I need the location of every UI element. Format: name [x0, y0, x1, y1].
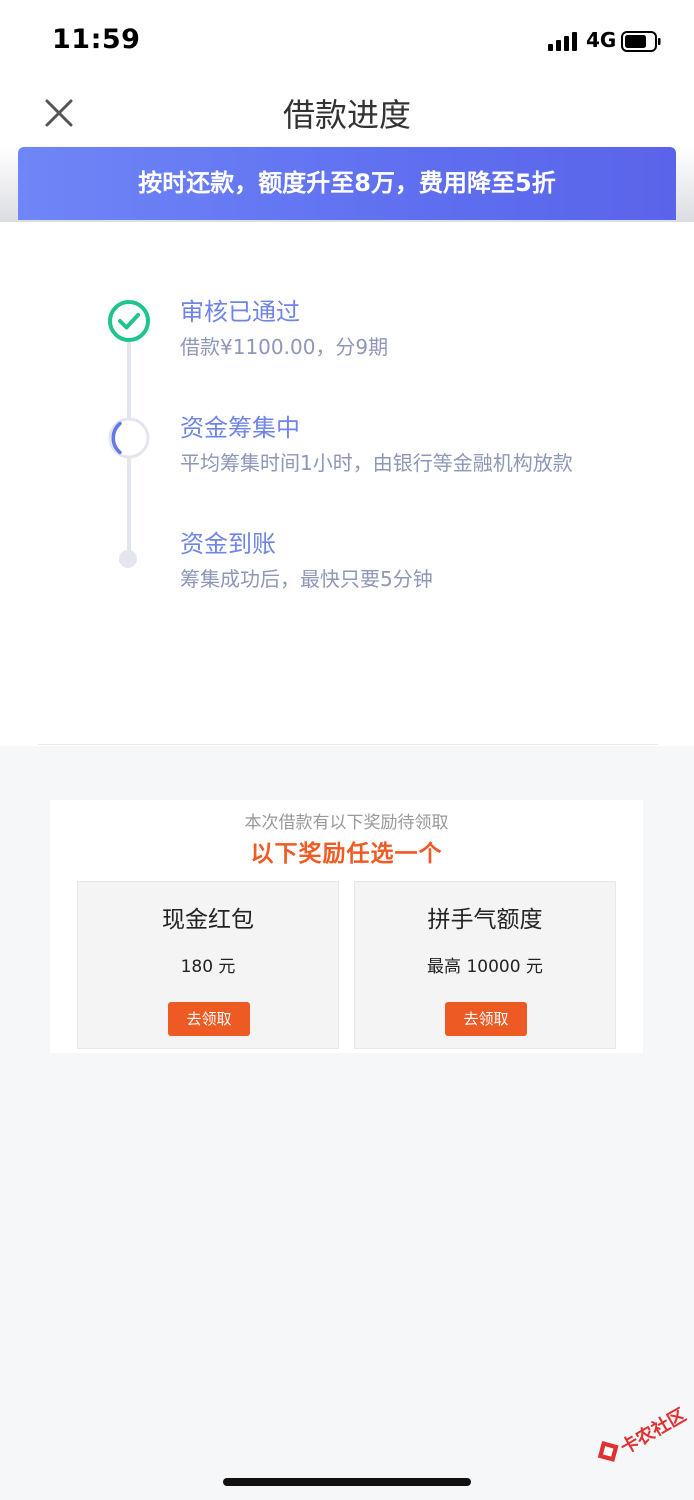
reward-title: 现金红包 — [162, 907, 254, 933]
banner-container: 按时还款，额度升至8万，费用降至5折 — [0, 146, 694, 222]
rewards-title: 以下奖励任选一个 — [250, 841, 443, 867]
check-circle-icon — [108, 300, 150, 342]
reward-title: 拼手气额度 — [427, 907, 543, 933]
claim-credit-button[interactable]: 去领取 — [445, 1002, 527, 1036]
rewards-panel: 本次借款有以下奖励待领取 以下奖励任选一个 现金红包 180 元 去领取 拼手气… — [50, 800, 643, 1053]
claim-cash-button[interactable]: 去领取 — [168, 1002, 250, 1036]
watermark-text: 卡农社区 — [616, 1404, 690, 1459]
step-title: 资金到账 — [180, 530, 276, 558]
step-title: 资金筹集中 — [180, 414, 300, 442]
reward-card-cash[interactable]: 现金红包 180 元 去领取 — [77, 881, 339, 1049]
reward-value: 最高 10000 元 — [427, 957, 543, 977]
status-bar: 11:59 4G — [0, 0, 694, 82]
step-desc: 借款¥1100.00，分9期 — [180, 335, 389, 359]
step-desc: 筹集成功后，最快只要5分钟 — [180, 567, 433, 591]
watermark: 卡农社区 — [585, 1390, 694, 1490]
reward-value: 180 元 — [180, 957, 236, 977]
network-type: 4G — [586, 28, 617, 52]
reward-card-credit[interactable]: 拼手气额度 最高 10000 元 去领取 — [354, 881, 616, 1049]
nav-bar: 借款进度 — [0, 82, 694, 146]
signal-icon — [548, 32, 580, 51]
promo-banner[interactable]: 按时还款，额度升至8万，费用降至5折 — [18, 147, 676, 220]
page-title: 借款进度 — [282, 96, 411, 134]
loan-progress: 审核已通过 借款¥1100.00，分9期 资金筹集中 平均筹集时间1小时，由银行… — [0, 222, 694, 746]
divider — [38, 744, 658, 745]
step-desc: 平均筹集时间1小时，由银行等金融机构放款 — [180, 451, 573, 475]
pending-dot — [119, 550, 137, 568]
step-title: 审核已通过 — [180, 298, 300, 326]
loading-circle-icon — [108, 417, 150, 459]
home-indicator[interactable] — [223, 1478, 471, 1486]
status-time: 11:59 — [52, 24, 141, 55]
rewards-subtitle: 本次借款有以下奖励待领取 — [244, 813, 449, 833]
step-approved: 审核已通过 借款¥1100.00，分9期 — [180, 296, 388, 360]
battery-icon — [621, 31, 661, 52]
step-funding: 资金筹集中 平均筹集时间1小时，由银行等金融机构放款 — [180, 412, 573, 476]
step-arrival: 资金到账 筹集成功后，最快只要5分钟 — [180, 528, 433, 592]
